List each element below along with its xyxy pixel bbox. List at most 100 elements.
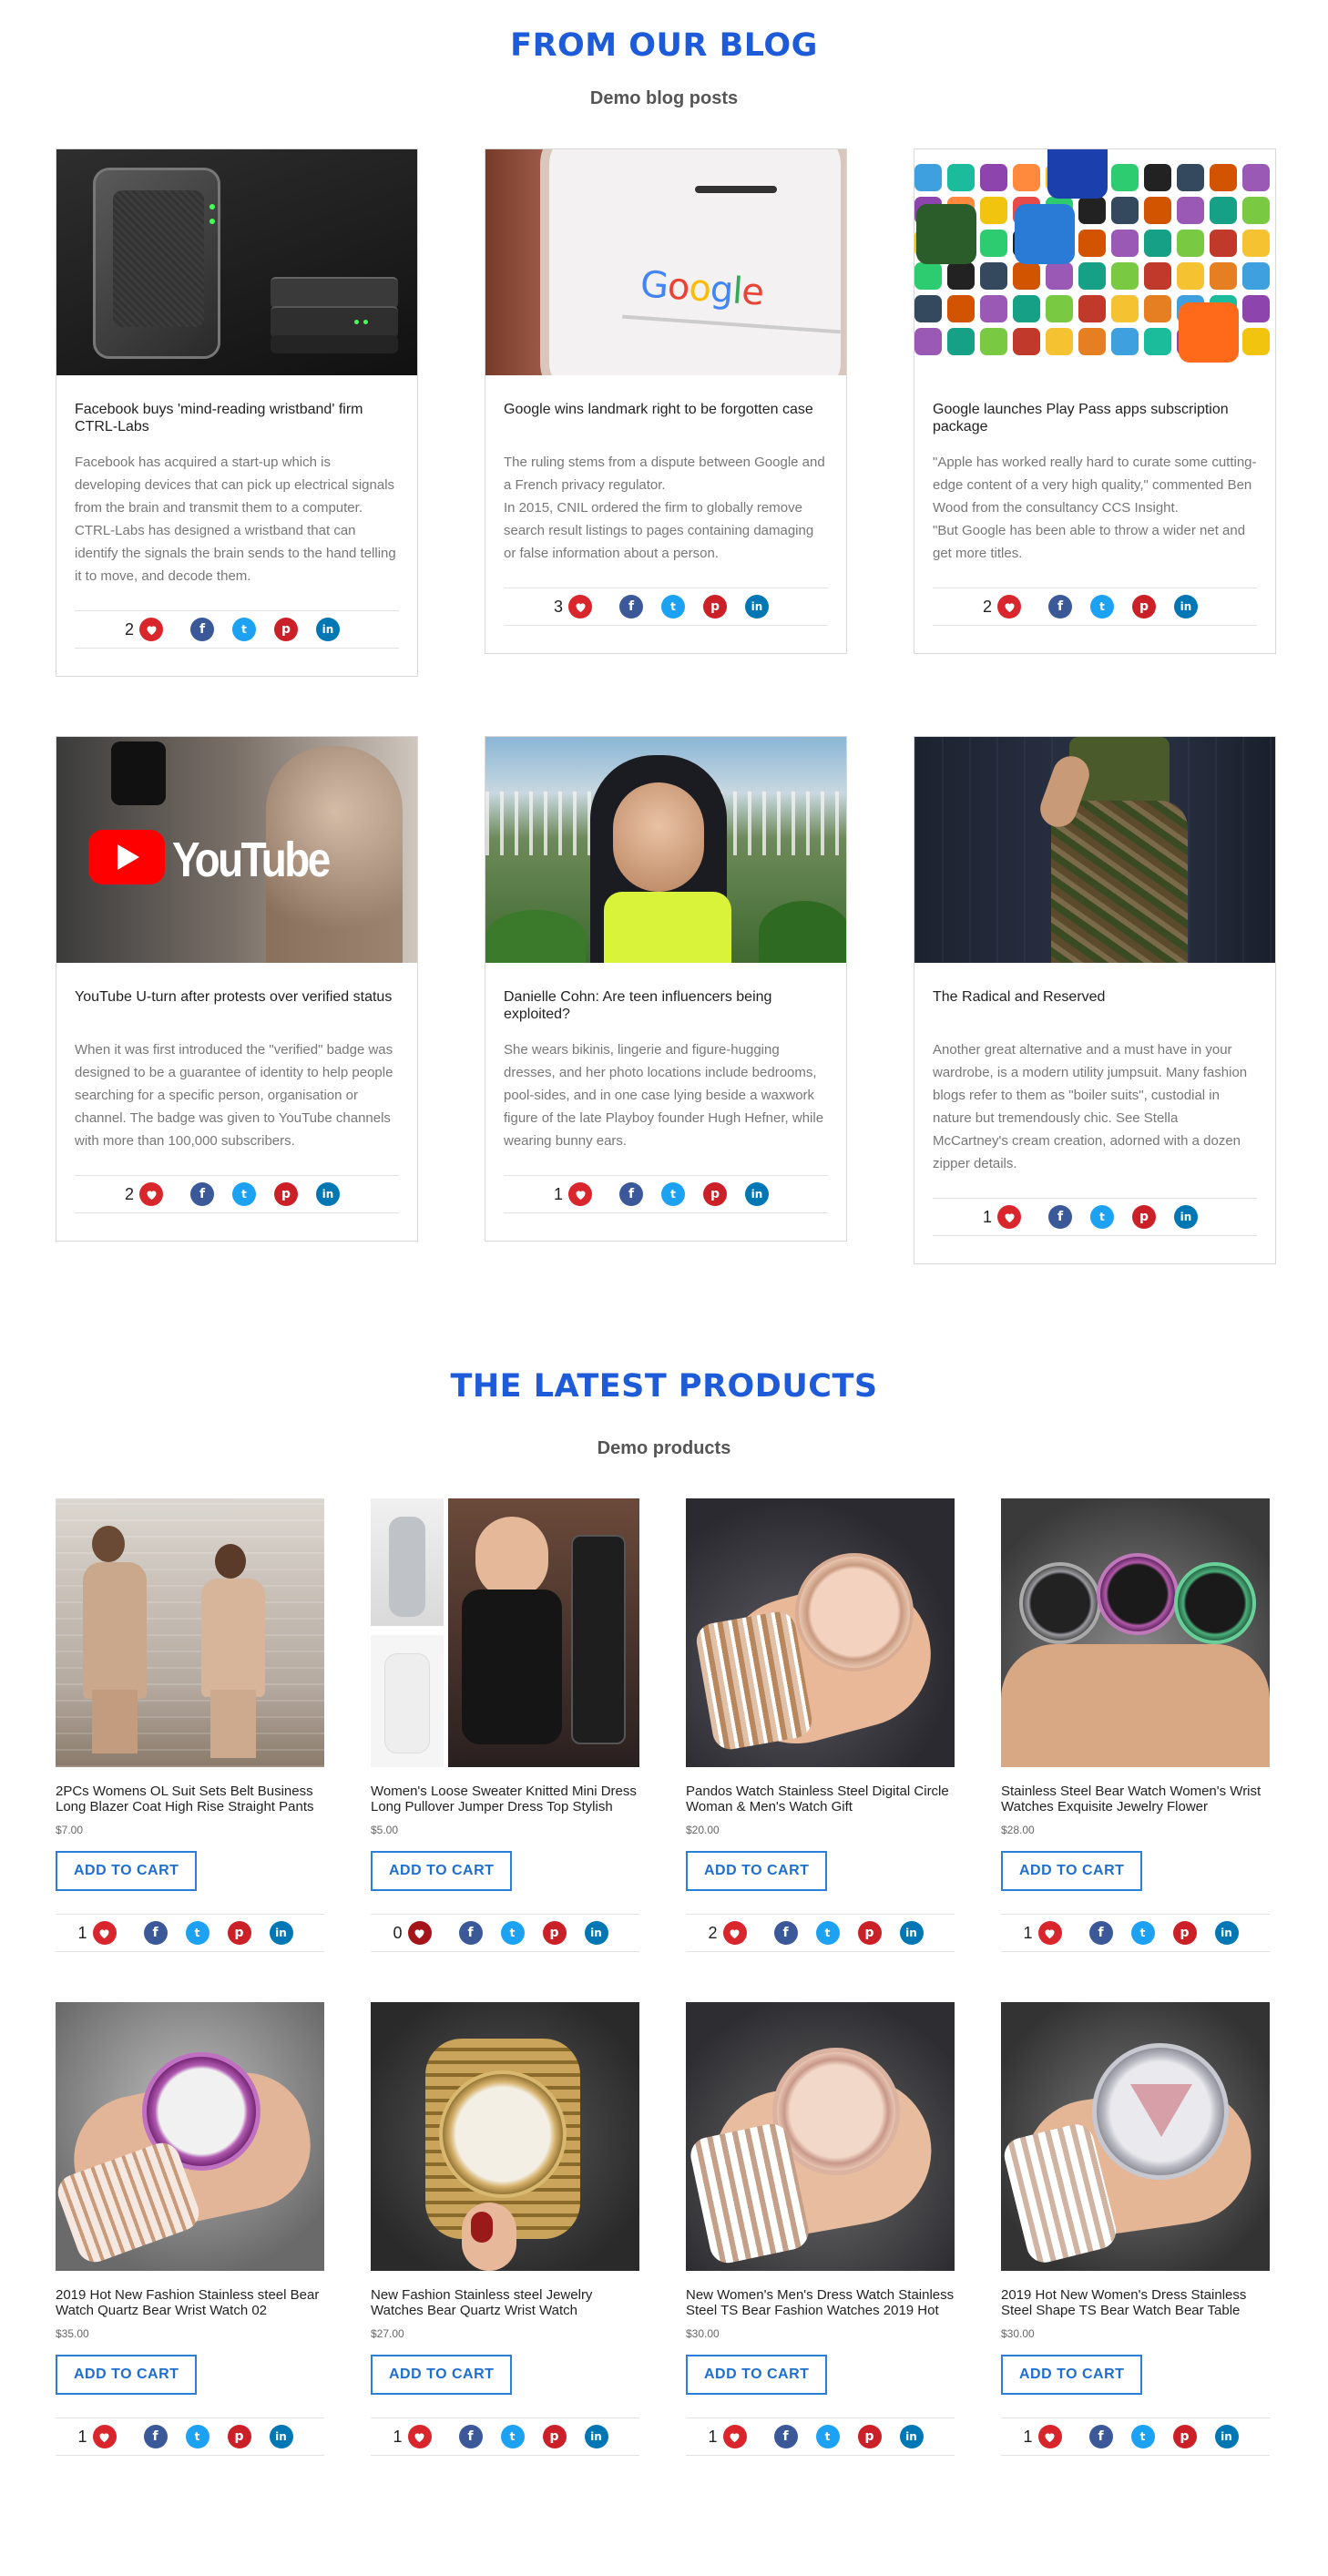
product-image[interactable] (371, 1498, 639, 1767)
linkedin-icon[interactable]: in (1174, 1205, 1198, 1229)
pinterest-icon[interactable]: p (1132, 595, 1156, 618)
product-image[interactable] (371, 2002, 639, 2271)
twitter-icon[interactable]: t (1130, 1921, 1155, 1945)
product-image[interactable] (1001, 1498, 1270, 1767)
pinterest-icon[interactable]: p (274, 618, 298, 641)
product-image[interactable] (56, 2002, 324, 2271)
product-name[interactable]: 2019 Hot New Women's Dress Stainless Ste… (1001, 2287, 1270, 2318)
facebook-icon[interactable]: f (190, 1182, 214, 1206)
facebook-icon[interactable]: f (619, 1182, 643, 1206)
add-to-cart-button[interactable]: ADD TO CART (371, 2355, 513, 2395)
linkedin-icon[interactable]: in (1214, 1921, 1239, 1945)
product-name[interactable]: New Women's Men's Dress Watch Stainless … (686, 2287, 955, 2318)
heart-icon[interactable] (139, 618, 163, 641)
add-to-cart-button[interactable]: ADD TO CART (1001, 1851, 1143, 1891)
pinterest-icon[interactable]: p (227, 1921, 251, 1945)
add-to-cart-button[interactable]: ADD TO CART (56, 1851, 198, 1891)
heart-icon[interactable] (568, 1182, 592, 1206)
linkedin-icon[interactable]: in (745, 595, 769, 618)
twitter-icon[interactable]: t (232, 618, 256, 641)
linkedin-icon[interactable]: in (899, 2425, 924, 2448)
heart-icon[interactable] (997, 1205, 1021, 1229)
product-image[interactable] (686, 1498, 955, 1767)
twitter-icon[interactable]: t (1090, 1205, 1114, 1229)
blog-post-title[interactable]: Danielle Cohn: Are teen influencers bein… (504, 988, 828, 1023)
product-name[interactable]: Pandos Watch Stainless Steel Digital Cir… (686, 1784, 955, 1814)
facebook-icon[interactable]: f (773, 1921, 798, 1945)
pinterest-icon[interactable]: p (542, 1921, 567, 1945)
pinterest-icon[interactable]: p (1172, 1921, 1197, 1945)
heart-icon[interactable] (568, 595, 592, 618)
twitter-icon[interactable]: t (661, 595, 685, 618)
linkedin-icon[interactable]: in (316, 1182, 340, 1206)
heart-icon[interactable] (92, 1921, 117, 1945)
twitter-icon[interactable]: t (185, 2425, 209, 2448)
linkedin-icon[interactable]: in (745, 1182, 769, 1206)
twitter-icon[interactable]: t (500, 1921, 525, 1945)
heart-icon[interactable] (92, 2425, 117, 2448)
blog-post-title[interactable]: Google wins landmark right to be forgott… (504, 401, 828, 435)
heart-icon[interactable] (407, 1921, 432, 1945)
facebook-icon[interactable]: f (1088, 2425, 1113, 2448)
product-name[interactable]: 2019 Hot New Fashion Stainless steel Bea… (56, 2287, 324, 2318)
twitter-icon[interactable]: t (185, 1921, 209, 1945)
linkedin-icon[interactable]: in (584, 2425, 608, 2448)
heart-icon[interactable] (1037, 1921, 1062, 1945)
pinterest-icon[interactable]: p (1132, 1205, 1156, 1229)
blog-post-title[interactable]: Google launches Play Pass apps subscript… (933, 401, 1257, 435)
twitter-icon[interactable]: t (232, 1182, 256, 1206)
facebook-icon[interactable]: f (1088, 1921, 1113, 1945)
facebook-icon[interactable]: f (1048, 1205, 1072, 1229)
heart-icon[interactable] (722, 2425, 747, 2448)
twitter-icon[interactable]: t (500, 2425, 525, 2448)
blog-post-title[interactable]: YouTube U-turn after protests over verif… (75, 988, 399, 1023)
heart-icon[interactable] (139, 1182, 163, 1206)
product-image[interactable] (1001, 2002, 1270, 2271)
twitter-icon[interactable]: t (815, 1921, 840, 1945)
pinterest-icon[interactable]: p (542, 2425, 567, 2448)
linkedin-icon[interactable]: in (269, 1921, 293, 1945)
linkedin-icon[interactable]: in (899, 1921, 924, 1945)
twitter-icon[interactable]: t (1090, 595, 1114, 618)
product-name[interactable]: 2PCs Womens OL Suit Sets Belt Business L… (56, 1784, 324, 1814)
blog-post-image[interactable]: YouTube (56, 737, 417, 963)
product-name[interactable]: Women's Loose Sweater Knitted Mini Dress… (371, 1784, 639, 1814)
add-to-cart-button[interactable]: ADD TO CART (1001, 2355, 1143, 2395)
blog-post-image[interactable] (914, 737, 1275, 963)
add-to-cart-button[interactable]: ADD TO CART (686, 1851, 828, 1891)
blog-post-image[interactable]: Google (485, 149, 846, 375)
pinterest-icon[interactable]: p (274, 1182, 298, 1206)
linkedin-icon[interactable]: in (316, 618, 340, 641)
add-to-cart-button[interactable]: ADD TO CART (56, 2355, 198, 2395)
linkedin-icon[interactable]: in (269, 2425, 293, 2448)
product-image[interactable] (56, 1498, 324, 1767)
product-image[interactable] (686, 2002, 955, 2271)
product-name[interactable]: New Fashion Stainless steel Jewelry Watc… (371, 2287, 639, 2318)
facebook-icon[interactable]: f (143, 2425, 168, 2448)
linkedin-icon[interactable]: in (584, 1921, 608, 1945)
facebook-icon[interactable]: f (1048, 595, 1072, 618)
heart-icon[interactable] (407, 2425, 432, 2448)
add-to-cart-button[interactable]: ADD TO CART (686, 2355, 828, 2395)
twitter-icon[interactable]: t (1130, 2425, 1155, 2448)
blog-post-title[interactable]: The Radical and Reserved (933, 988, 1257, 1023)
facebook-icon[interactable]: f (773, 2425, 798, 2448)
linkedin-icon[interactable]: in (1174, 595, 1198, 618)
blog-post-image[interactable] (485, 737, 846, 963)
facebook-icon[interactable]: f (619, 595, 643, 618)
add-to-cart-button[interactable]: ADD TO CART (371, 1851, 513, 1891)
pinterest-icon[interactable]: p (1172, 2425, 1197, 2448)
linkedin-icon[interactable]: in (1214, 2425, 1239, 2448)
blog-post-image[interactable] (56, 149, 417, 375)
facebook-icon[interactable]: f (458, 2425, 483, 2448)
pinterest-icon[interactable]: p (857, 1921, 882, 1945)
product-name[interactable]: Stainless Steel Bear Watch Women's Wrist… (1001, 1784, 1270, 1814)
heart-icon[interactable] (997, 595, 1021, 618)
twitter-icon[interactable]: t (661, 1182, 685, 1206)
pinterest-icon[interactable]: p (857, 2425, 882, 2448)
twitter-icon[interactable]: t (815, 2425, 840, 2448)
heart-icon[interactable] (1037, 2425, 1062, 2448)
pinterest-icon[interactable]: p (703, 1182, 727, 1206)
facebook-icon[interactable]: f (190, 618, 214, 641)
facebook-icon[interactable]: f (143, 1921, 168, 1945)
